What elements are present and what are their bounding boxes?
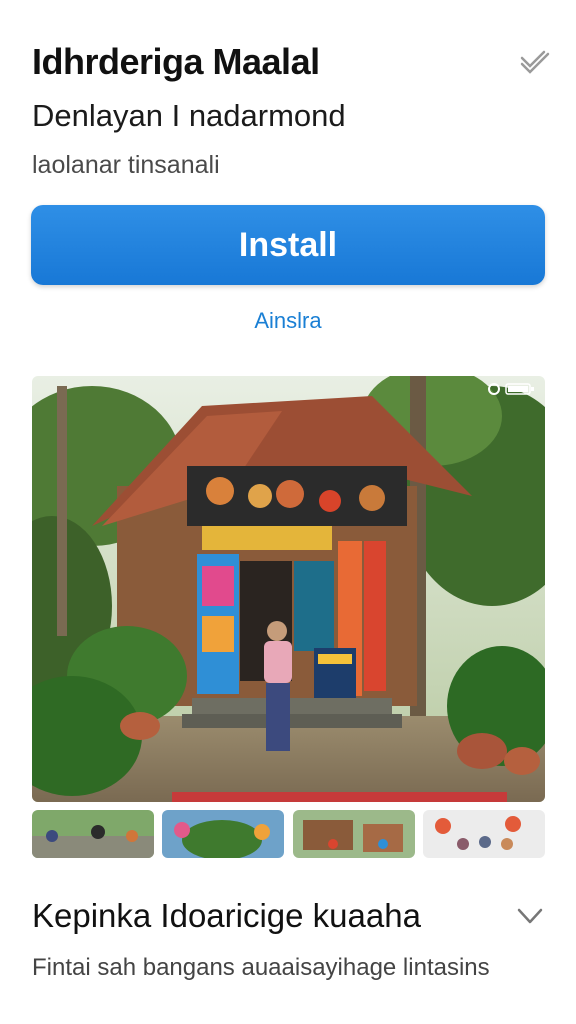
settings-icon [487,382,501,396]
section-title: Kepinka Idoaricige kuaaha [32,897,421,934]
screenshot-thumbnails [32,810,545,858]
thumbnail-2[interactable] [162,810,285,858]
battery-icon [505,382,535,396]
secondary-link[interactable]: Ainslra [0,308,576,334]
chevron-down-icon[interactable] [514,902,546,930]
app-tagline: laolanar tinsanali [32,151,220,179]
app-header: Idhrderiga Maalal [32,40,552,84]
developer-name[interactable]: Denlayan I nadarmond [32,96,346,136]
checkmark-icon[interactable] [518,45,552,79]
hero-image [32,376,545,802]
thumbnail-4[interactable] [422,810,545,858]
thumbnail-3[interactable] [292,810,415,858]
thumbnail-1[interactable] [32,810,154,858]
install-button[interactable]: Install [31,205,545,285]
hero-screenshot[interactable] [32,376,545,802]
title-row: Idhrderiga Maalal [32,40,552,84]
hero-status-icons [487,382,535,396]
app-title: Idhrderiga Maalal [32,41,320,82]
section-description: Fintai sah bangans auaaisayihage lintasi… [32,954,490,981]
